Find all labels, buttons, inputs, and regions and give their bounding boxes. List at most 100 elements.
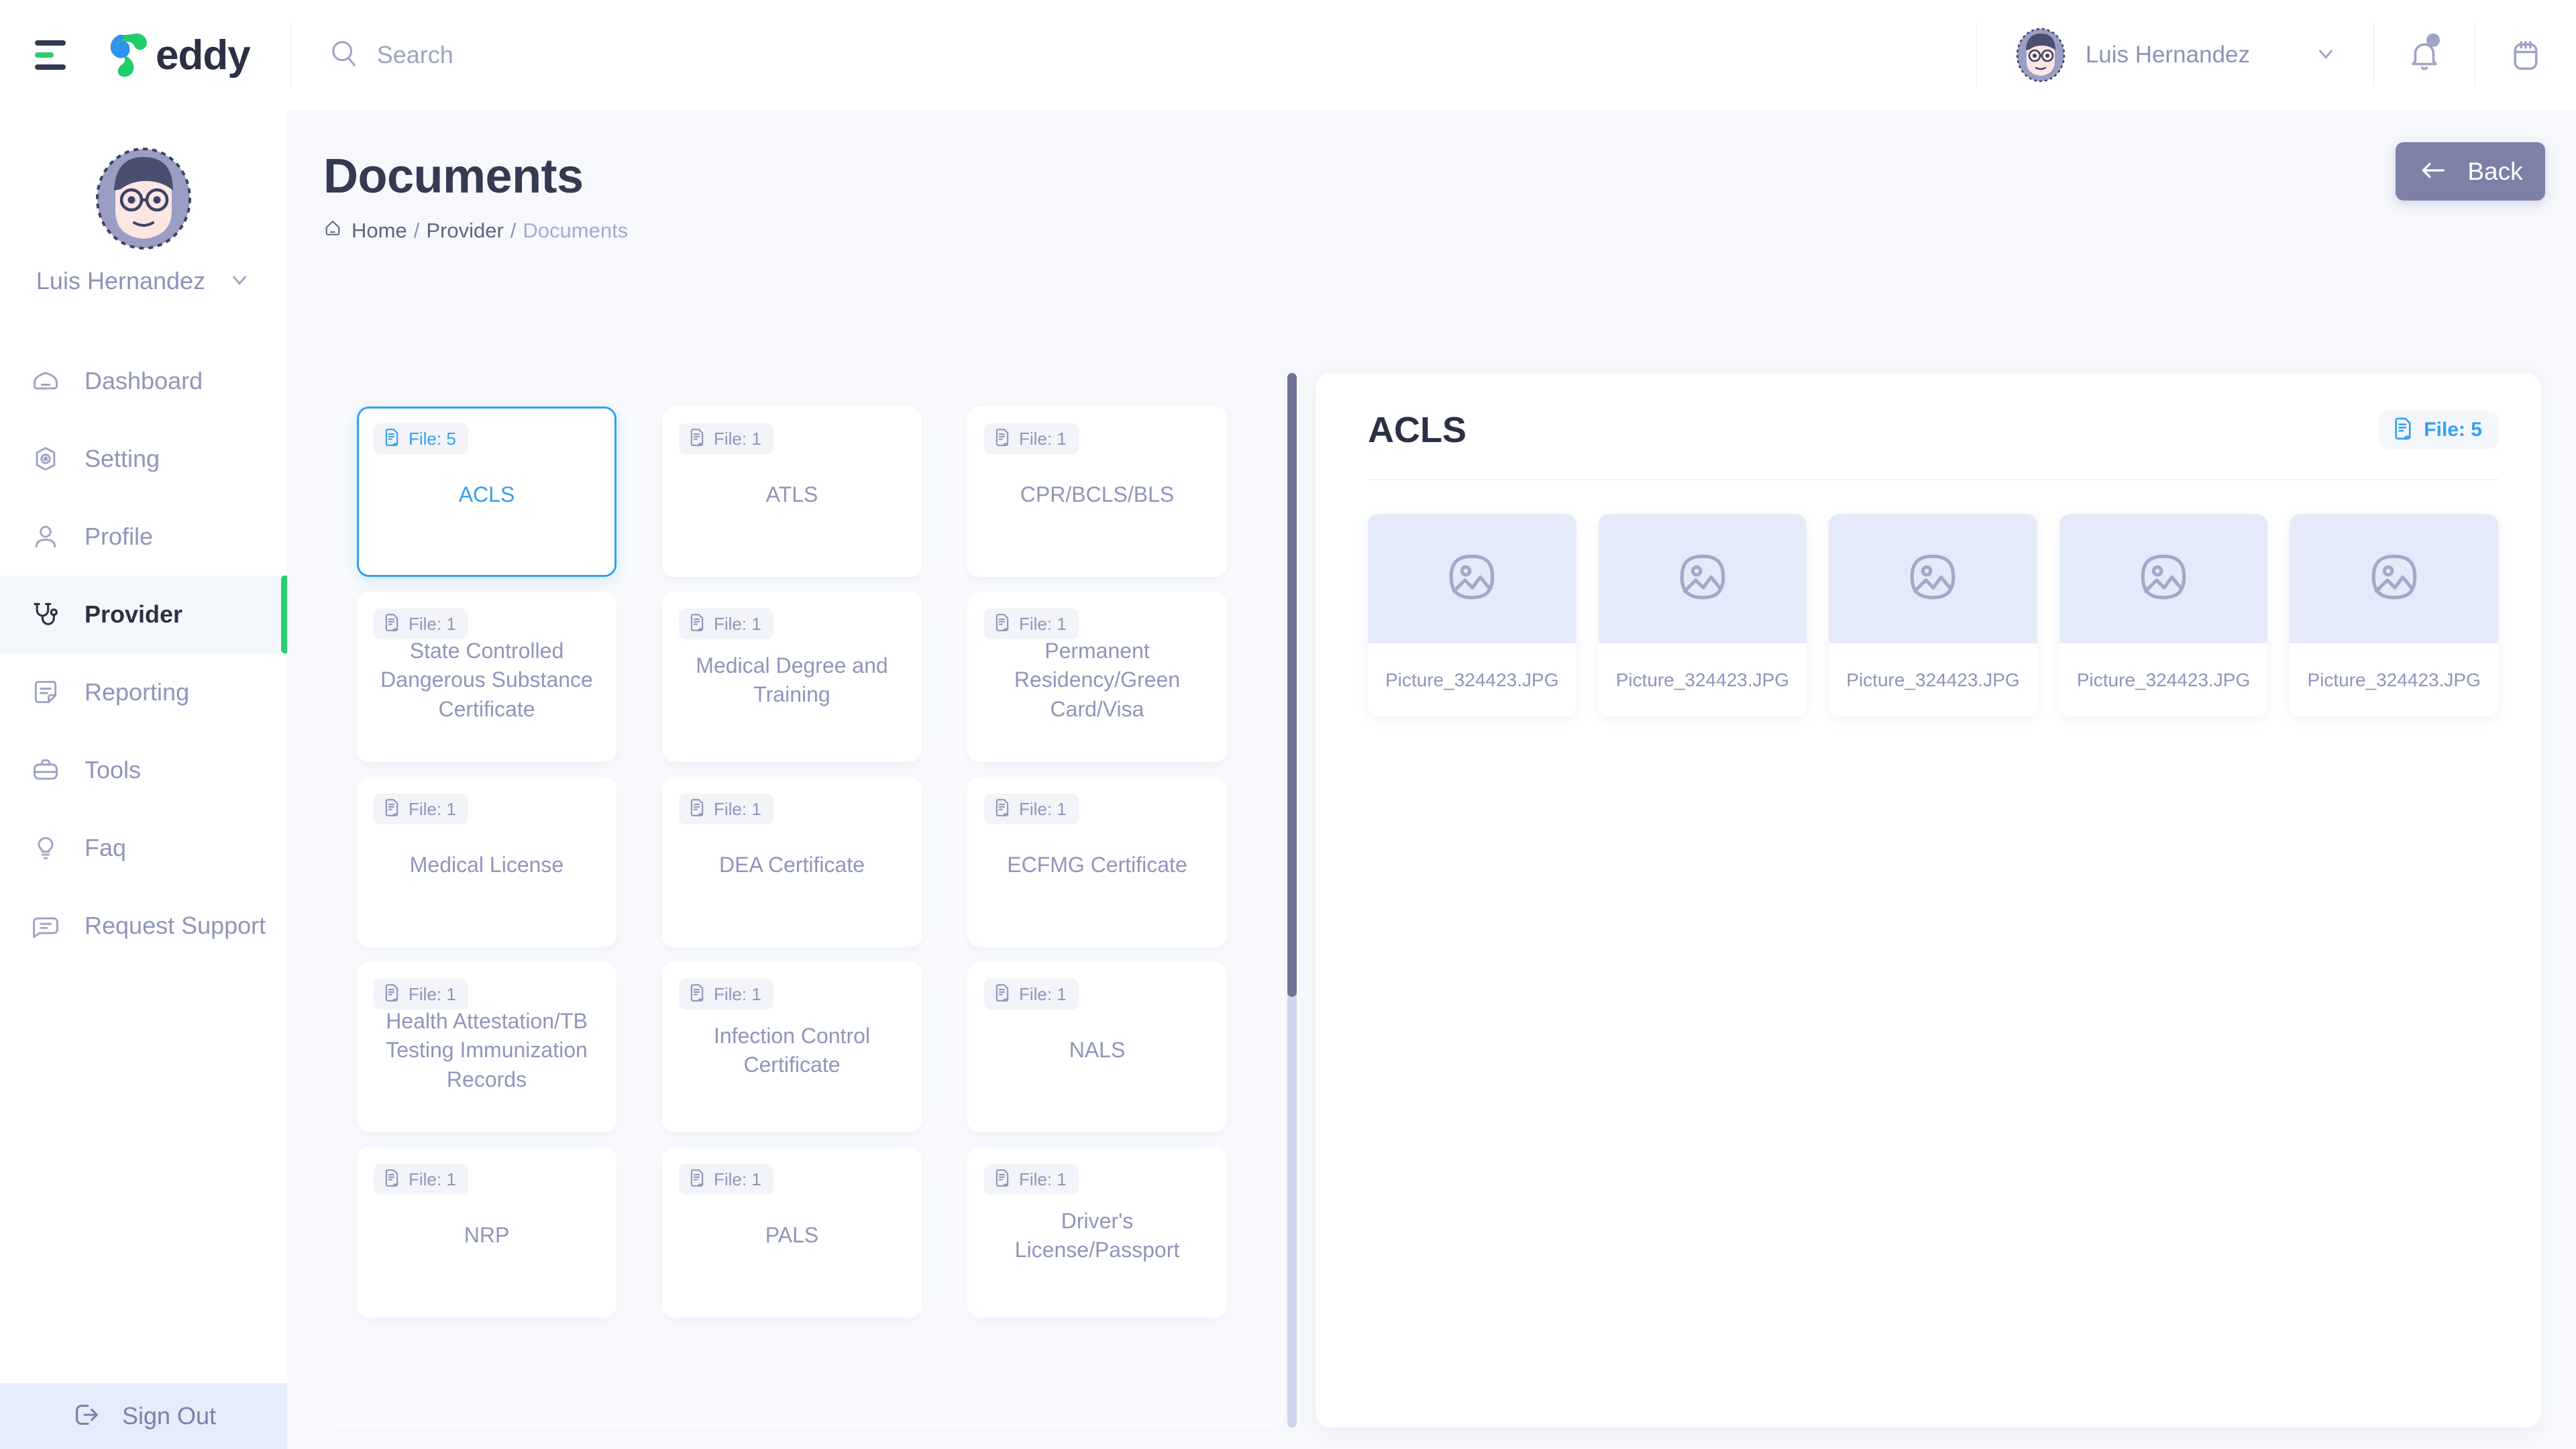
document-category-card[interactable]: File: 1 Driver's License/Passport — [967, 1147, 1227, 1318]
home-icon — [323, 219, 342, 243]
main-content: Documents Home / Provider / Documents Ba… — [287, 110, 2576, 1449]
document-file-icon — [382, 612, 402, 636]
document-category-card[interactable]: File: 1 DEA Certificate — [662, 777, 922, 947]
document-category-card[interactable]: File: 1 CPR/BCLS/BLS — [967, 407, 1227, 577]
hamburger-bar — [35, 52, 54, 58]
file-count-badge: File: 1 — [374, 979, 468, 1010]
document-category-card[interactable]: File: 1 NRP — [357, 1147, 616, 1318]
sidebar-item-setting[interactable]: Setting — [0, 420, 287, 498]
document-category-card[interactable]: File: 1 ECFMG Certificate — [967, 777, 1227, 947]
document-category-title: DEA Certificate — [719, 853, 865, 877]
stethoscope-icon — [27, 600, 64, 629]
file-name-label: Picture_324423.JPG — [2076, 669, 2251, 690]
document-file-icon — [992, 1168, 1012, 1191]
document-file-icon — [992, 798, 1012, 821]
top-navigation-bar: eddy Search Luis Hernandez — [0, 0, 2576, 110]
document-category-card[interactable]: File: 1 Infection Control Certificate — [662, 962, 922, 1132]
document-category-title: ECFMG Certificate — [1007, 853, 1187, 877]
breadcrumb-item-provider[interactable]: Provider — [426, 219, 503, 243]
scrollbar-thumb[interactable] — [1287, 373, 1297, 997]
file-thumbnail — [1368, 514, 1576, 643]
detail-header: ACLS File: 5 — [1368, 409, 2498, 451]
document-file-icon — [687, 612, 707, 636]
document-category-title: Medical Degree and Training — [696, 653, 888, 706]
document-category-card[interactable]: File: 1 Health Attestation/TB Testing Imm… — [357, 962, 616, 1132]
document-category-card[interactable]: File: 5 ACLS — [357, 407, 616, 577]
notifications-button[interactable] — [2374, 0, 2475, 110]
documents-scrollbar[interactable] — [1287, 373, 1297, 1428]
file-count-badge: File: 1 — [679, 979, 773, 1010]
document-category-title: NRP — [464, 1223, 510, 1248]
search-input[interactable] — [376, 41, 981, 69]
document-category-card[interactable]: File: 1 Permanent Residency/Green Card/Vi… — [967, 592, 1227, 762]
breadcrumb-separator: / — [510, 219, 517, 242]
file-count-badge: File: 1 — [679, 1164, 773, 1195]
sidebar-item-faq[interactable]: Faq — [0, 809, 287, 887]
document-category-card[interactable]: File: 1 State Controlled Dangerous Substa… — [357, 592, 616, 762]
chevron-down-icon — [228, 268, 251, 294]
document-category-title: State Controlled Dangerous Substance Cer… — [380, 639, 593, 721]
detail-file-count-label: File: 5 — [2424, 419, 2482, 441]
sidebar-item-request-support[interactable]: Request Support — [0, 887, 287, 965]
report-icon — [27, 678, 64, 707]
user-name-label: Luis Hernandez — [2085, 42, 2250, 68]
file-count-label: File: 1 — [714, 613, 761, 634]
notification-dot — [2426, 34, 2440, 47]
document-category-title: PALS — [765, 1223, 819, 1248]
top-right-actions: Luis Hernandez — [1976, 0, 2576, 110]
document-category-card[interactable]: File: 1 Medical Degree and Training — [662, 592, 922, 762]
file-count-label: File: 1 — [714, 1169, 761, 1189]
document-category-card[interactable]: File: 1 PALS — [662, 1147, 922, 1318]
file-count-label: File: 1 — [1019, 428, 1067, 449]
divider — [290, 23, 291, 87]
document-category-title: Permanent Residency/Green Card/Visa — [1014, 639, 1181, 721]
image-placeholder-icon — [2136, 549, 2191, 608]
search-box[interactable] — [329, 38, 981, 72]
file-count-label: File: 1 — [1019, 798, 1067, 819]
document-category-title: CPR/BCLS/BLS — [1020, 482, 1175, 507]
sidebar-item-label: Reporting — [85, 678, 190, 706]
user-menu-button[interactable]: Luis Hernandez — [1977, 0, 2373, 110]
file-name-label: Picture_324423.JPG — [1385, 669, 1559, 690]
arrow-left-icon — [2418, 160, 2447, 182]
sidebar-item-tools[interactable]: Tools — [0, 731, 287, 809]
file-card[interactable]: Picture_324423.JPG — [1598, 514, 1807, 716]
calendar-button[interactable] — [2475, 0, 2576, 110]
file-count-badge: File: 1 — [984, 979, 1079, 1010]
document-category-card[interactable]: File: 1 Medical License — [357, 777, 616, 947]
file-count-label: File: 1 — [1019, 983, 1067, 1004]
document-file-icon — [687, 798, 707, 821]
back-button[interactable]: Back — [2396, 142, 2545, 201]
file-card[interactable]: Picture_324423.JPG — [1829, 514, 2037, 716]
document-category-title: Driver's License/Passport — [1014, 1208, 1180, 1262]
document-file-icon — [687, 983, 707, 1006]
image-placeholder-icon — [2367, 549, 2422, 608]
file-card[interactable]: Picture_324423.JPG — [2290, 514, 2498, 716]
sidebar-item-profile[interactable]: Profile — [0, 498, 287, 576]
documents-panels: File: 5 ACLS File: 1 ATLS File: 1 CPR/BCLS/BL… — [319, 373, 2541, 1446]
file-card[interactable]: Picture_324423.JPG — [2059, 514, 2268, 716]
document-category-card[interactable]: File: 1 NALS — [967, 962, 1227, 1132]
file-count-badge: File: 1 — [374, 608, 468, 639]
document-category-title: Health Attestation/TB Testing Immunizati… — [386, 1009, 588, 1091]
file-count-badge: File: 1 — [679, 423, 773, 454]
sidebar-item-provider[interactable]: Provider — [0, 576, 287, 653]
avatar — [90, 145, 197, 252]
sidebar-item-reporting[interactable]: Reporting — [0, 653, 287, 731]
sidebar-item-label: Faq — [85, 834, 127, 861]
document-category-title: Medical License — [409, 853, 564, 877]
sidebar-user-menu[interactable]: Luis Hernandez — [36, 267, 251, 295]
hamburger-bar — [35, 64, 66, 70]
logout-icon — [71, 1399, 102, 1434]
document-category-card[interactable]: File: 1 ATLS — [662, 407, 922, 577]
logo-text: eddy — [156, 32, 251, 78]
document-file-icon — [992, 612, 1012, 636]
document-categories-panel: File: 5 ACLS File: 1 ATLS File: 1 CPR/BCLS/BL… — [319, 373, 1285, 1428]
sign-out-button[interactable]: Sign Out — [0, 1383, 287, 1449]
sidebar-item-dashboard[interactable]: Dashboard — [0, 342, 287, 420]
breadcrumb-item-home[interactable]: Home — [352, 219, 407, 243]
app-logo[interactable]: eddy — [105, 31, 251, 79]
file-card[interactable]: Picture_324423.JPG — [1368, 514, 1576, 716]
hamburger-menu-icon[interactable] — [35, 34, 76, 76]
page-header: Documents Home / Provider / Documents Ba… — [287, 110, 2576, 243]
